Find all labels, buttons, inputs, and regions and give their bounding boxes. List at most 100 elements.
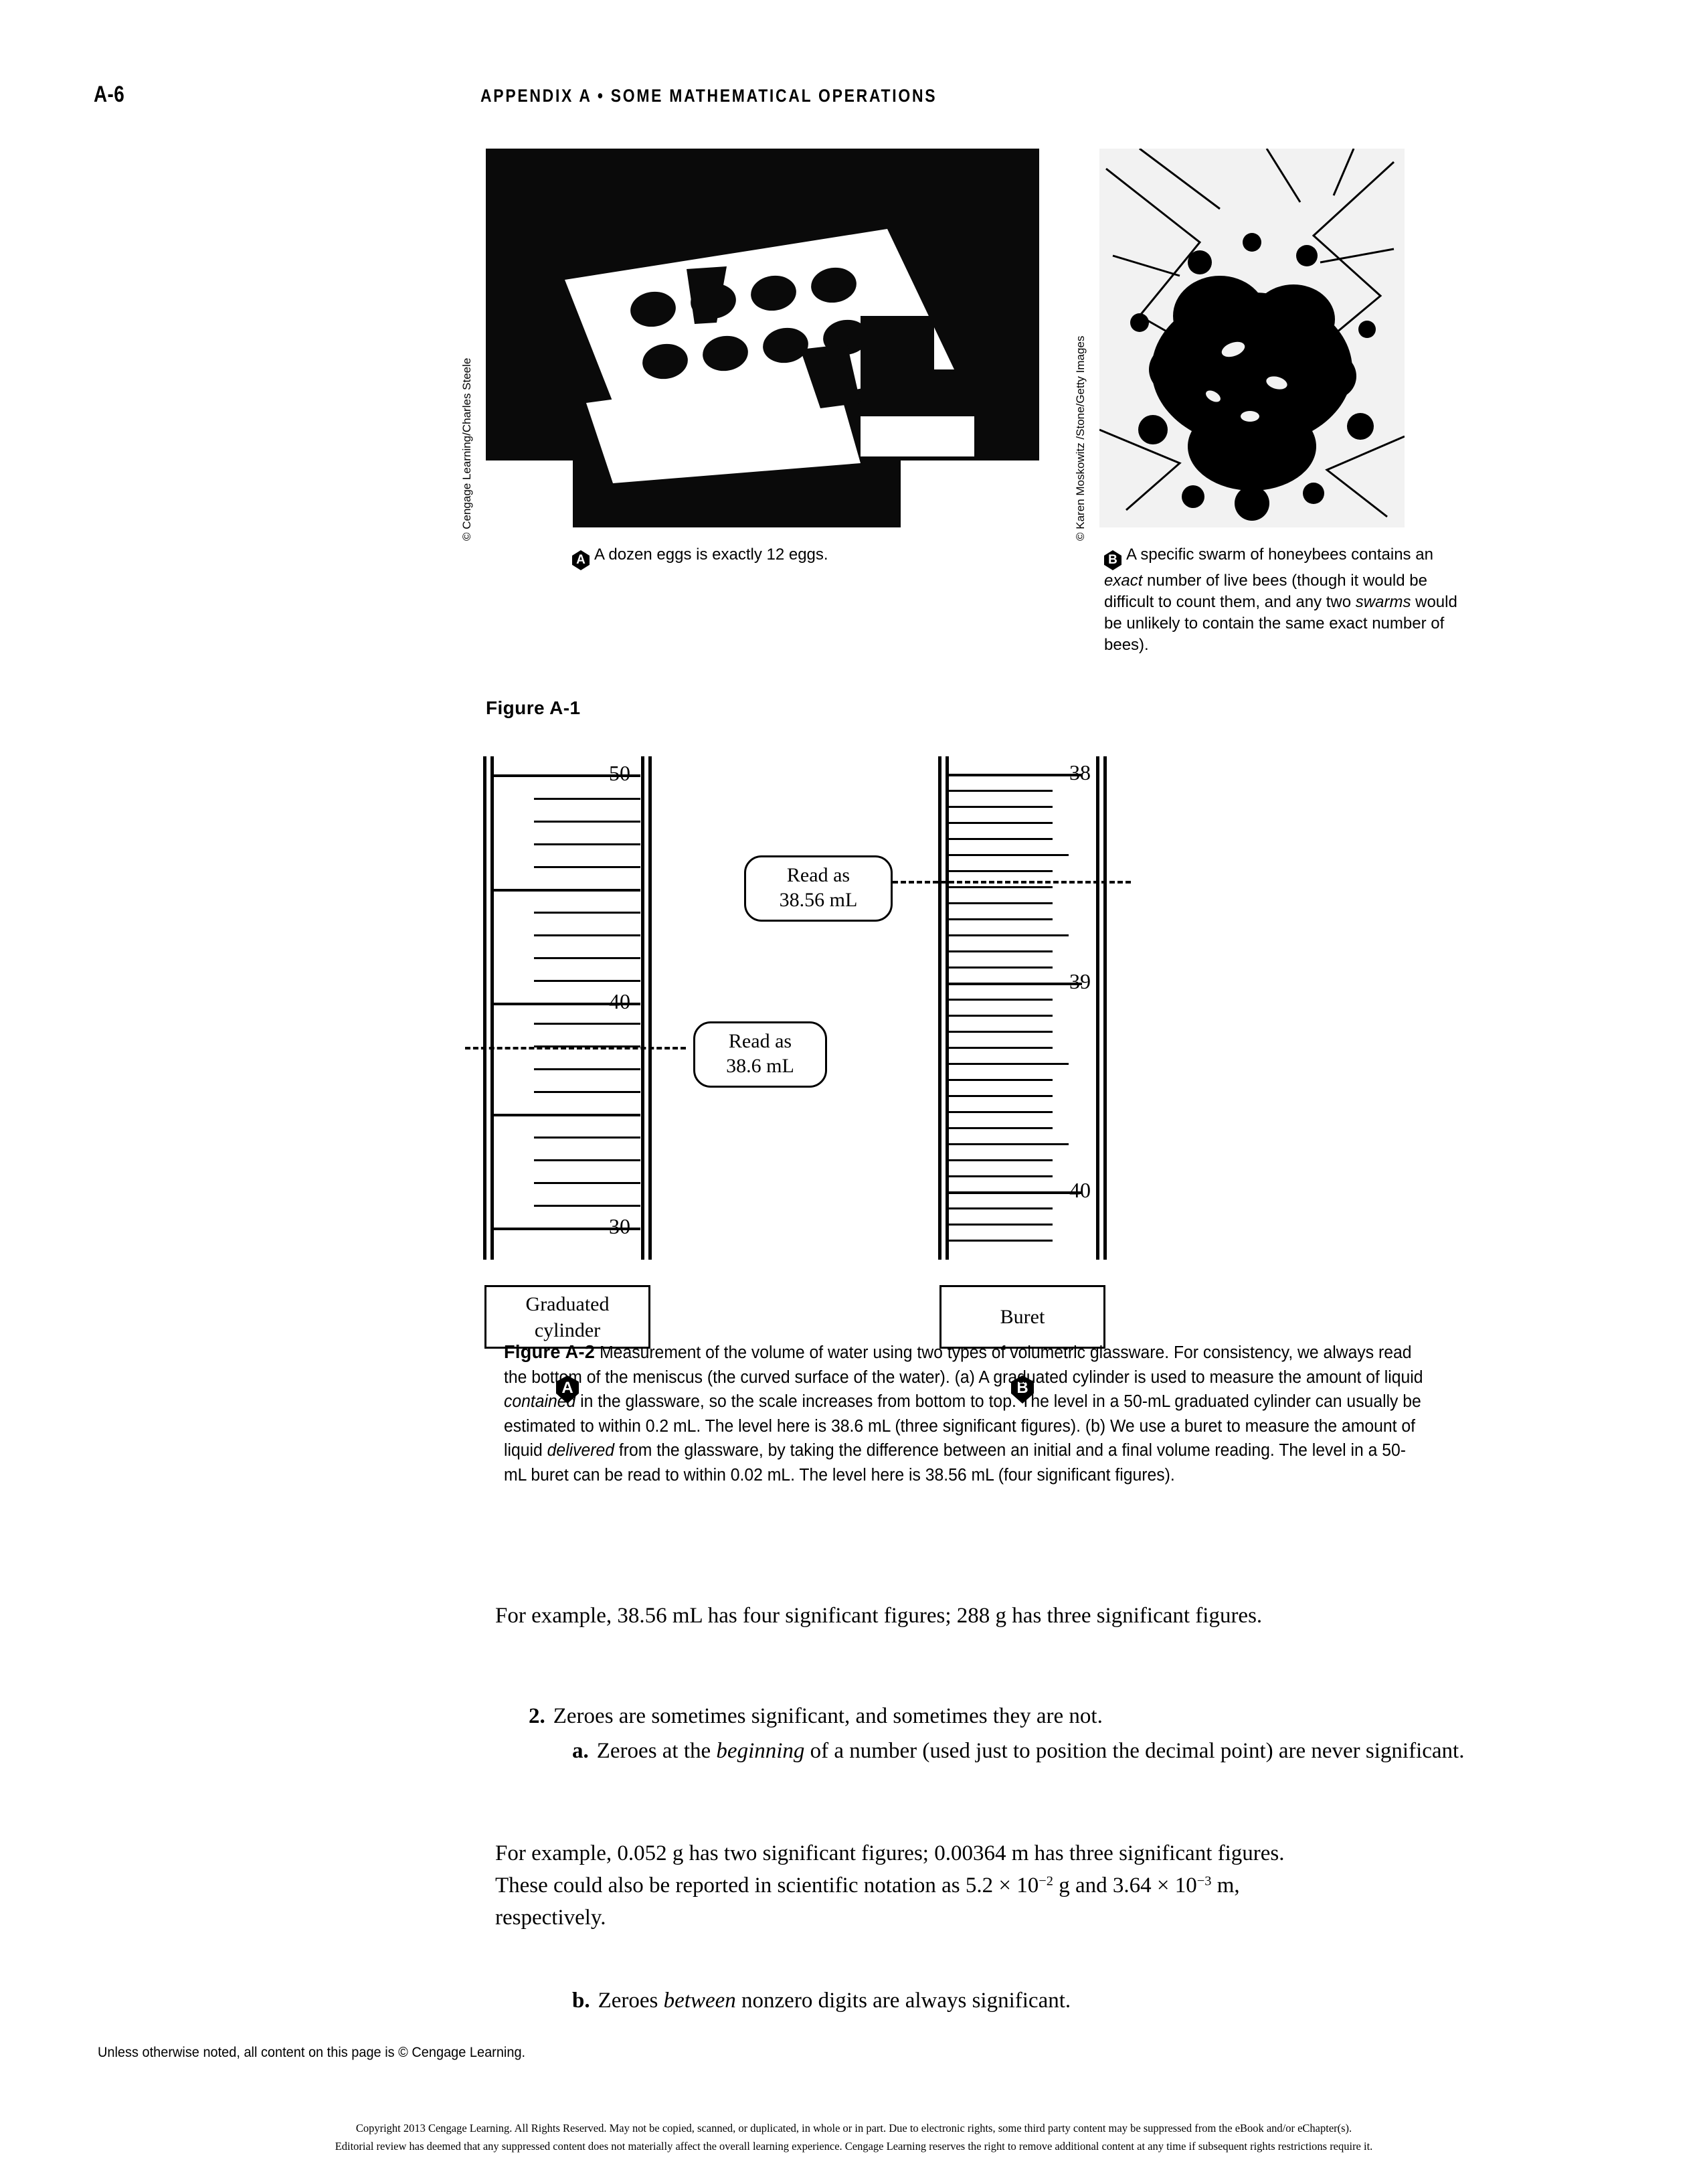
- buret-tick-minor: [948, 1015, 1053, 1017]
- list-item-2a-marker: a.: [572, 1739, 589, 1763]
- list-item-2b-emphasis: between: [663, 1989, 736, 2013]
- cylinder-tick-minor: [534, 821, 640, 823]
- buret-tick-minor: [948, 1095, 1053, 1097]
- cylinder-wall-right: [648, 756, 652, 1145]
- list-item-2: 2. Zeroes are sometimes significant, and …: [529, 1700, 1465, 1732]
- buret-wall-left: [938, 756, 941, 1260]
- paragraph-example-2-line-2: These could also be reported in scientif…: [495, 1869, 1459, 1902]
- buret-tick-minor: [948, 806, 1053, 808]
- paragraph-example-2: For example, 0.052 g has two significant…: [495, 1837, 1459, 1934]
- buret-callout-line-2: 38.56 mL: [779, 888, 858, 911]
- figure-a2-caption-text-3: from the glassware, by taking the differ…: [504, 1441, 1406, 1485]
- figure-a2-label: Figure A-2: [504, 1341, 596, 1362]
- buret-tick-minor: [948, 1031, 1053, 1033]
- buret-tick-minor: [948, 999, 1053, 1001]
- list-item-2a-emphasis: beginning: [716, 1739, 805, 1763]
- paragraph-example-2-line-3: respectively.: [495, 1906, 606, 1930]
- buret-tick-minor: [948, 950, 1053, 952]
- buret-tick-minor: [948, 1240, 1053, 1242]
- caption-b-text-1: A specific swarm of honeybees contains a…: [1126, 545, 1433, 564]
- page-content-note: Unless otherwise noted, all content on t…: [98, 2045, 526, 2060]
- buret-tick-minor: [948, 918, 1053, 920]
- caption-a-text: A dozen eggs is exactly 12 eggs.: [594, 545, 828, 564]
- figure-a2-caption: Figure A-2 Measurement of the volume of …: [504, 1339, 1425, 1487]
- photo-egg-carton: [486, 149, 1039, 527]
- cylinder-tick-minor: [534, 798, 640, 800]
- cylinder-wall-left-lower: [483, 1131, 486, 1260]
- cylinder-tick-minor: [534, 866, 640, 868]
- cylinder-callout-line-1: Read as: [728, 1030, 792, 1052]
- cylinder-meniscus-line: [465, 1047, 686, 1049]
- paragraph-example-1: For example, 38.56 mL has four significa…: [495, 1604, 1263, 1628]
- caption-badge-b: B: [1104, 550, 1121, 570]
- sci-notation-exponent-a: −2: [1039, 1873, 1053, 1889]
- buret-tick-minor: [948, 1159, 1053, 1161]
- buret-tick-mid: [948, 1143, 1069, 1145]
- page-folio: A-6: [94, 82, 125, 107]
- buret-callout-line-1: Read as: [786, 864, 850, 886]
- cylinder-tick-minor: [534, 1091, 640, 1093]
- cylinder-tick-minor: [534, 1023, 640, 1025]
- buret-tick-mid: [948, 934, 1069, 936]
- cylinder-scale-label-50: 50: [609, 761, 630, 785]
- running-head: APPENDIX A • SOME MATHEMATICAL OPERATION…: [480, 86, 937, 106]
- buret-tick-minor: [948, 967, 1053, 969]
- photo-bee-swarm: [1099, 149, 1405, 527]
- cylinder-tick-minor: [534, 1159, 640, 1161]
- textbook-page: A-6 APPENDIX A • SOME MATHEMATICAL OPERA…: [0, 0, 1707, 2184]
- cylinder-wall-right-lower: [648, 1131, 652, 1260]
- list-item-2a: a. Zeroes at the beginning of a number (u…: [572, 1735, 1469, 1767]
- cylinder-name-line-1: Graduated: [525, 1292, 610, 1315]
- buret-tick-minor: [948, 886, 1053, 888]
- cylinder-tick-minor: [534, 912, 640, 914]
- sci-notation-text-a: These could also be reported in scientif…: [495, 1873, 1039, 1898]
- buret-tick-major: [948, 1191, 1082, 1194]
- cylinder-tick-minor: [534, 1068, 640, 1070]
- cylinder-tick-minor: [534, 843, 640, 845]
- cylinder-wall-left-inner: [490, 756, 494, 1145]
- buret-scale-label-40: 40: [1069, 1178, 1091, 1202]
- list-item-2a-text-2: of a number (used just to position the d…: [804, 1739, 1465, 1763]
- cylinder-tick-major: [493, 889, 640, 892]
- figure-a1-label: Figure A-1: [486, 697, 581, 718]
- list-item-2b-text-1: Zeroes: [598, 1989, 664, 2013]
- caption-photo-a: AA dozen eggs is exactly 12 eggs.: [572, 544, 828, 570]
- buret-meniscus-line: [877, 881, 1131, 884]
- buret-tick-minor: [948, 1111, 1053, 1113]
- cylinder-tick-minor: [534, 1137, 640, 1139]
- list-item-2a-text-1: Zeroes at the: [596, 1739, 717, 1763]
- buret-scale-label-38: 38: [1069, 760, 1091, 784]
- cylinder-wall-right-inner: [641, 756, 644, 1145]
- figure-a2-emphasis-contained: contained: [504, 1392, 576, 1412]
- photo-credit-bees: © Karen Moskowitz /Stone/Getty Images: [1074, 335, 1087, 541]
- list-item-2b-marker: b.: [572, 1989, 590, 2013]
- buret-wall-right: [1103, 756, 1107, 1260]
- cylinder-tick-minor: [534, 1205, 640, 1207]
- buret-name-text: Buret: [1000, 1306, 1045, 1328]
- buret-scale-label-39: 39: [1069, 969, 1091, 993]
- buret-tick-minor: [948, 1127, 1053, 1129]
- cylinder-tick-minor: [534, 934, 640, 936]
- caption-badge-a: A: [572, 550, 590, 570]
- cylinder-wall-right-inner-lower: [641, 1131, 644, 1260]
- bee-swarm-artwork: [1099, 149, 1405, 527]
- list-item-2b: b. Zeroes between nonzero digits are alwa…: [572, 1985, 1469, 2017]
- caption-b-emphasis-2: swarms: [1355, 592, 1411, 611]
- buret-tick-minor: [948, 1047, 1053, 1049]
- list-item-2-text: Zeroes are sometimes significant, and so…: [553, 1704, 1103, 1728]
- copyright-line-1: Copyright 2013 Cengage Learning. All Rig…: [355, 2122, 1352, 2134]
- buret-tick-major: [948, 774, 1082, 776]
- sci-notation-text-c: m,: [1211, 1873, 1240, 1898]
- buret-tick-minor: [948, 822, 1053, 824]
- cylinder-wall-left-inner-lower: [490, 1131, 494, 1260]
- paragraph-example-2-line-1: For example, 0.052 g has two significant…: [495, 1841, 1285, 1865]
- buret-tick-mid: [948, 854, 1069, 856]
- cylinder-tick-minor: [534, 980, 640, 982]
- cylinder-callout-line-2: 38.6 mL: [726, 1054, 794, 1077]
- sci-notation-exponent-b: −3: [1196, 1873, 1212, 1889]
- cylinder-scale-label-30: 30: [609, 1214, 630, 1238]
- buret-tick-mid: [948, 1063, 1069, 1065]
- caption-b-emphasis-1: exact: [1104, 572, 1143, 590]
- buret-tick-minor: [948, 902, 1053, 904]
- figure-a2-diagram: 50 40 30 Read as 38.6 mL Graduated cylin…: [465, 756, 1338, 1404]
